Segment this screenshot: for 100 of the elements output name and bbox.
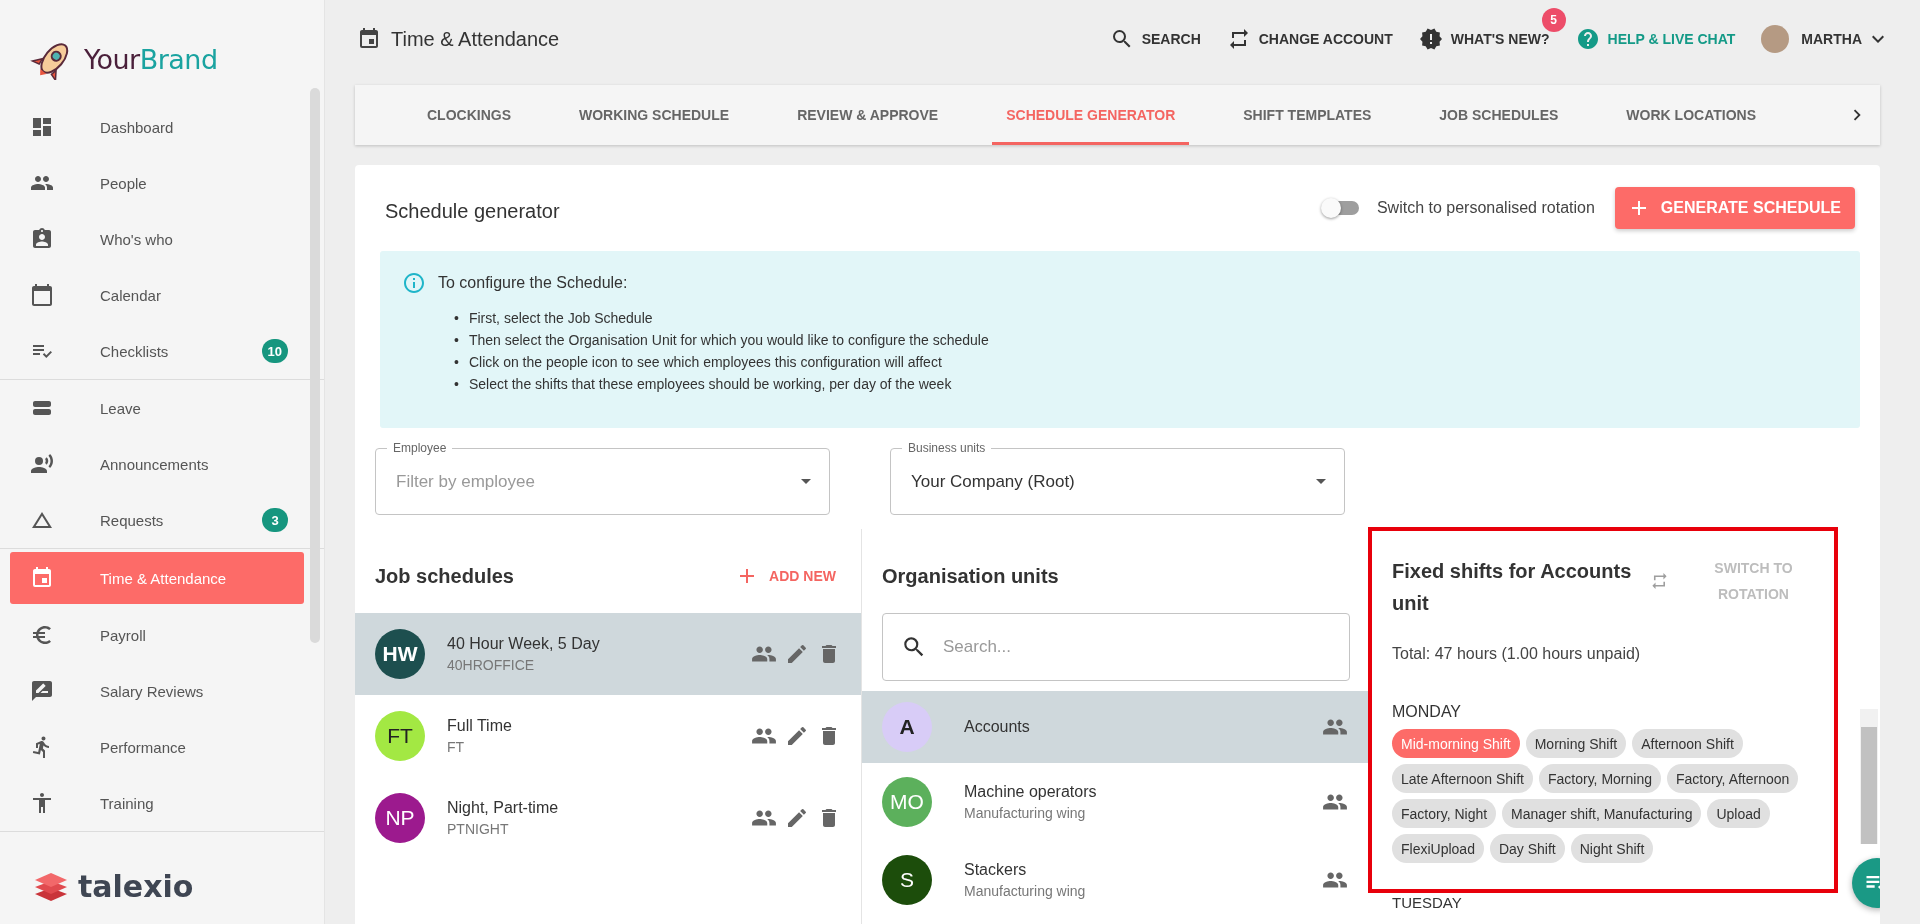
shift-chip[interactable]: Factory, Afternoon xyxy=(1667,764,1799,793)
brand-name: YourBrand xyxy=(84,44,218,75)
select-input[interactable]: Your Company (Root) xyxy=(909,470,1316,493)
sidebar-item-label: Payroll xyxy=(100,626,147,644)
speaker-person-icon xyxy=(30,452,54,476)
select-input[interactable]: Filter by employee xyxy=(394,470,801,493)
sidebar-item[interactable]: Announcements xyxy=(10,436,304,492)
field-label: Employee xyxy=(387,440,453,456)
sidebar-item-label: Training xyxy=(100,794,155,812)
calendar-icon xyxy=(30,283,54,307)
calendar-icon xyxy=(30,566,54,590)
panel-title: Fixed shifts for Accounts unit xyxy=(1392,559,1633,616)
edit-icon[interactable] xyxy=(785,724,809,748)
total-hours: Total: 47 hours (1.00 hours unpaid) xyxy=(1392,645,1642,663)
sidebar-item[interactable]: Who's who xyxy=(10,211,304,267)
row-title: Stackers xyxy=(964,861,1028,879)
sidebar-item-label: Time & Attendance xyxy=(100,569,228,587)
contact-card-icon xyxy=(30,227,54,251)
shift-chip[interactable]: Factory, Night xyxy=(1392,799,1497,828)
sidebar-item-label: Checklists xyxy=(100,342,170,360)
shift-chip[interactable]: Factory, Morning xyxy=(1539,764,1661,793)
info-bullet: Select the shifts that these employees should be working, per day of the week xyxy=(468,375,952,394)
search-field[interactable]: Search... xyxy=(882,613,1350,681)
header-link[interactable]: SEARCH xyxy=(1109,27,1201,51)
search-input[interactable]: Search... xyxy=(941,636,1331,658)
user-name[interactable]: MARTHA xyxy=(1801,31,1862,47)
sidebar-item[interactable]: Payroll xyxy=(10,607,304,663)
sidebar-item[interactable]: Salary Reviews xyxy=(10,663,304,719)
count-badge: 3 xyxy=(262,508,288,532)
sidebar-item[interactable]: Dashboard xyxy=(10,99,304,155)
sidebar-item-label: Salary Reviews xyxy=(100,682,205,700)
section-title: Job schedules xyxy=(375,564,515,588)
list-row[interactable]: NP Night, Part-time PTNIGHT xyxy=(355,777,861,859)
sidebar-item[interactable]: Checklists 10 xyxy=(10,323,304,379)
shift-chip[interactable]: Night Shift xyxy=(1570,834,1654,863)
row-title: Full Time xyxy=(447,717,513,735)
sidebar-item-label: Performance xyxy=(100,738,187,756)
list-row[interactable]: A Accounts xyxy=(862,691,1368,763)
tab[interactable]: SHIFT TEMPLATES xyxy=(1229,85,1386,145)
info-bullet: First, select the Job Schedule xyxy=(468,309,653,328)
sidebar-item[interactable]: Calendar xyxy=(10,267,304,323)
row-title: Night, Part-time xyxy=(447,799,560,817)
scrollbar[interactable] xyxy=(310,88,320,643)
sidebar-item[interactable]: People xyxy=(10,155,304,211)
sidebar-item-label: Announcements xyxy=(100,455,210,473)
list-row[interactable]: MO Machine operators Manufacturing wing xyxy=(862,763,1368,841)
tab[interactable]: WORKING SCHEDULE xyxy=(565,85,744,145)
shift-chip[interactable]: Upload xyxy=(1707,799,1770,828)
toggle-switch[interactable] xyxy=(1320,198,1361,218)
initials-avatar: S xyxy=(882,855,932,905)
sidebar-item[interactable]: Training xyxy=(10,775,304,831)
sidebar-item-label: Who's who xyxy=(100,230,174,248)
day-heading: TUESDAY xyxy=(1392,894,1463,911)
footer-logo-text: talexio xyxy=(78,869,194,904)
initials-avatar: HW xyxy=(375,629,425,679)
count-badge: 10 xyxy=(261,339,288,363)
initials-avatar: NP xyxy=(375,793,425,843)
sidebar-item-label: Leave xyxy=(100,399,142,417)
row-subtitle: Manufacturing wing xyxy=(964,805,1087,821)
sidebar-item-label: Requests xyxy=(100,511,165,529)
row-title: 40 Hour Week, 5 Day xyxy=(447,635,601,653)
sidebar-item-label: Calendar xyxy=(100,286,162,304)
bullet-marker: • xyxy=(454,375,459,394)
edit-icon[interactable] xyxy=(785,642,809,666)
tab[interactable]: CLOCKINGS xyxy=(413,85,525,145)
row-subtitle: FT xyxy=(447,739,466,755)
page-title: Time & Attendance xyxy=(391,27,561,51)
tab[interactable]: REVIEW & APPROVE xyxy=(783,85,953,145)
toggle-label: Switch to personalised rotation xyxy=(1376,199,1595,217)
notification-badge: 5 xyxy=(1541,8,1566,32)
sidebar-item-label: Dashboard xyxy=(100,118,175,136)
sidebar-item[interactable]: Leave xyxy=(10,380,304,436)
row-subtitle: 40HROFFICE xyxy=(447,657,536,673)
shift-chip[interactable]: Day Shift xyxy=(1489,834,1565,863)
header-link[interactable]: CHANGE ACCOUNT xyxy=(1226,27,1393,51)
bullet-marker: • xyxy=(454,309,459,328)
tab[interactable]: WORK LOCATIONS xyxy=(1612,85,1770,145)
shift-chip[interactable]: FlexiUpload xyxy=(1392,834,1484,863)
scrollbar[interactable] xyxy=(1860,709,1878,844)
sidebar-item[interactable]: Performance xyxy=(10,719,304,775)
shift-chip[interactable]: Afternoon Shift xyxy=(1632,729,1743,758)
shift-chip[interactable]: Late Afternoon Shift xyxy=(1392,764,1533,793)
sidebar-item[interactable]: Requests 3 xyxy=(10,492,304,548)
shift-chip[interactable]: Manager shift, Manufacturing xyxy=(1502,799,1702,828)
bullet-marker: • xyxy=(454,353,459,372)
initials-avatar: FT xyxy=(375,711,425,761)
calendar-icon xyxy=(357,27,381,51)
card-title: Schedule generator xyxy=(385,198,561,223)
info-bullet: Then select the Organisation Unit for which you would like to configure the schedule xyxy=(468,331,989,350)
info-icon xyxy=(402,271,426,295)
bullet-marker: • xyxy=(454,331,459,350)
list-row[interactable]: HW 40 Hour Week, 5 Day 40HROFFICE xyxy=(355,613,861,695)
edit-icon[interactable] xyxy=(785,806,809,830)
shift-chip[interactable]: Morning Shift xyxy=(1525,729,1627,758)
tab[interactable]: JOB SCHEDULES xyxy=(1425,85,1573,145)
section-title: Organisation units xyxy=(882,564,1060,588)
list-row[interactable]: S Stackers Manufacturing wing xyxy=(862,841,1368,919)
row-subtitle: PTNIGHT xyxy=(447,821,510,837)
list-row[interactable]: FT Full Time FT xyxy=(355,695,861,777)
info-bullet: Click on the people icon to see which employees this configuration will affect xyxy=(468,353,942,372)
